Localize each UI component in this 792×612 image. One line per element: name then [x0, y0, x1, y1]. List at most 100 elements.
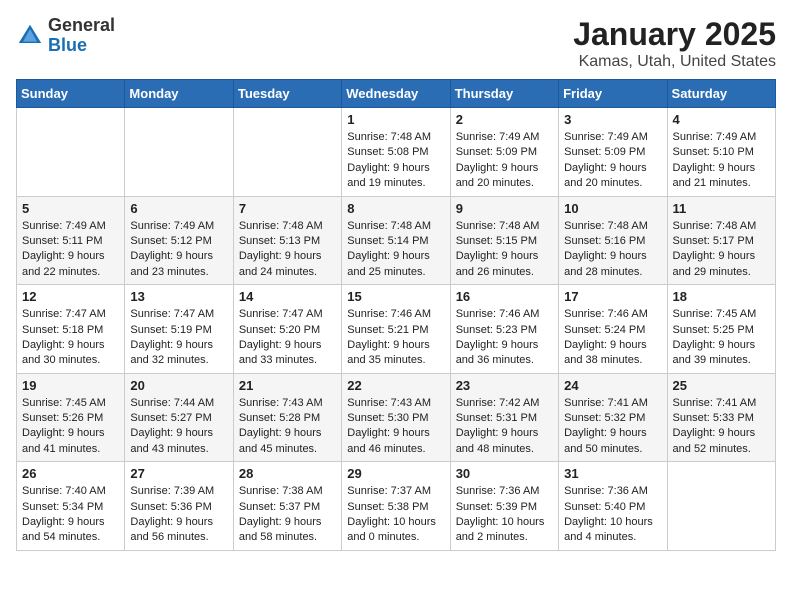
calendar-day-cell: 23 Sunrise: 7:42 AM Sunset: 5:31 PM Dayli… — [450, 373, 558, 462]
day-number: 3 — [564, 112, 661, 127]
day-info: Sunrise: 7:48 AM Sunset: 5:08 PM Dayligh… — [347, 130, 444, 192]
calendar-day-cell: 26Sunrise: 7:40 AM Sunset: 5:34 PM Dayli… — [17, 462, 125, 551]
page-header: General Blue January 2025 Kamas, Utah, U… — [16, 16, 776, 71]
day-number: 6 — [130, 201, 227, 216]
calendar-day-cell: 10Sunrise: 7:48 AM Sunset: 5:16 PM Dayli… — [559, 196, 667, 285]
day-info: Sunrise: 7:43 AM Sunset: 5:30 PM Dayligh… — [347, 396, 444, 458]
weekday-header: Wednesday — [342, 80, 450, 108]
weekday-header: Saturday — [667, 80, 775, 108]
day-number: 23 — [456, 378, 553, 393]
day-info: Sunrise: 7:40 AM Sunset: 5:34 PM Dayligh… — [22, 484, 119, 546]
day-info: Sunrise: 7:48 AM Sunset: 5:15 PM Dayligh… — [456, 219, 553, 281]
day-number: 13 — [130, 289, 227, 304]
calendar-day-cell: 12 Sunrise: 7:47 AM Sunset: 5:18 PM Dayli… — [17, 285, 125, 374]
calendar-day-cell: 6 Sunrise: 7:49 AM Sunset: 5:12 PM Daylig… — [125, 196, 233, 285]
weekday-header: Monday — [125, 80, 233, 108]
calendar-table: SundayMondayTuesdayWednesdayThursdayFrid… — [16, 79, 776, 551]
day-number: 11 — [673, 201, 770, 216]
day-number: 19 — [22, 378, 119, 393]
day-number: 4 — [673, 112, 770, 127]
calendar-day-cell: 17 Sunrise: 7:46 AM Sunset: 5:24 PM Dayli… — [559, 285, 667, 374]
calendar-day-cell: 4 Sunrise: 7:49 AM Sunset: 5:10 PM Daylig… — [667, 108, 775, 197]
calendar-day-cell: 2 Sunrise: 7:49 AM Sunset: 5:09 PM Daylig… — [450, 108, 558, 197]
day-info: Sunrise: 7:47 AM Sunset: 5:19 PM Dayligh… — [130, 307, 227, 369]
weekday-header: Thursday — [450, 80, 558, 108]
calendar-day-cell: 25Sunrise: 7:41 AM Sunset: 5:33 PM Dayli… — [667, 373, 775, 462]
calendar-day-cell — [125, 108, 233, 197]
day-number: 15 — [347, 289, 444, 304]
title-block: January 2025 Kamas, Utah, United States — [573, 16, 776, 71]
calendar-week-row: 5 Sunrise: 7:49 AM Sunset: 5:11 PM Daylig… — [17, 196, 776, 285]
calendar-day-cell: 22Sunrise: 7:43 AM Sunset: 5:30 PM Dayli… — [342, 373, 450, 462]
calendar-day-cell: 13 Sunrise: 7:47 AM Sunset: 5:19 PM Dayli… — [125, 285, 233, 374]
day-info: Sunrise: 7:48 AM Sunset: 5:14 PM Dayligh… — [347, 219, 444, 281]
day-number: 12 — [22, 289, 119, 304]
day-number: 17 — [564, 289, 661, 304]
day-info: Sunrise: 7:47 AM Sunset: 5:18 PM Dayligh… — [22, 307, 119, 369]
day-number: 7 — [239, 201, 336, 216]
day-info: Sunrise: 7:45 AM Sunset: 5:26 PM Dayligh… — [22, 396, 119, 458]
day-number: 30 — [456, 466, 553, 481]
page-title: January 2025 — [573, 16, 776, 53]
day-info: Sunrise: 7:47 AM Sunset: 5:20 PM Dayligh… — [239, 307, 336, 369]
calendar-day-cell: 1 Sunrise: 7:48 AM Sunset: 5:08 PM Daylig… — [342, 108, 450, 197]
day-info: Sunrise: 7:42 AM Sunset: 5:31 PM Dayligh… — [456, 396, 553, 458]
day-info: Sunrise: 7:36 AM Sunset: 5:39 PM Dayligh… — [456, 484, 553, 546]
day-number: 31 — [564, 466, 661, 481]
day-number: 14 — [239, 289, 336, 304]
day-number: 29 — [347, 466, 444, 481]
day-info: Sunrise: 7:49 AM Sunset: 5:10 PM Dayligh… — [673, 130, 770, 192]
day-info: Sunrise: 7:49 AM Sunset: 5:09 PM Dayligh… — [456, 130, 553, 192]
day-number: 24 — [564, 378, 661, 393]
calendar-day-cell: 28 Sunrise: 7:38 AM Sunset: 5:37 PM Dayli… — [233, 462, 341, 551]
calendar-day-cell — [17, 108, 125, 197]
calendar-day-cell: 15 Sunrise: 7:46 AM Sunset: 5:21 PM Dayli… — [342, 285, 450, 374]
day-number: 9 — [456, 201, 553, 216]
page-subtitle: Kamas, Utah, United States — [573, 53, 776, 71]
calendar-day-cell: 11 Sunrise: 7:48 AM Sunset: 5:17 PM Dayli… — [667, 196, 775, 285]
day-number: 28 — [239, 466, 336, 481]
calendar-day-cell: 5 Sunrise: 7:49 AM Sunset: 5:11 PM Daylig… — [17, 196, 125, 285]
calendar-day-cell: 14 Sunrise: 7:47 AM Sunset: 5:20 PM Dayli… — [233, 285, 341, 374]
day-number: 25 — [673, 378, 770, 393]
day-info: Sunrise: 7:49 AM Sunset: 5:12 PM Dayligh… — [130, 219, 227, 281]
day-info: Sunrise: 7:45 AM Sunset: 5:25 PM Dayligh… — [673, 307, 770, 369]
day-info: Sunrise: 7:37 AM Sunset: 5:38 PM Dayligh… — [347, 484, 444, 546]
day-info: Sunrise: 7:49 AM Sunset: 5:11 PM Dayligh… — [22, 219, 119, 281]
calendar-day-cell — [233, 108, 341, 197]
calendar-week-row: 1 Sunrise: 7:48 AM Sunset: 5:08 PM Daylig… — [17, 108, 776, 197]
day-number: 20 — [130, 378, 227, 393]
calendar-day-cell — [667, 462, 775, 551]
day-number: 2 — [456, 112, 553, 127]
calendar-week-row: 12 Sunrise: 7:47 AM Sunset: 5:18 PM Dayli… — [17, 285, 776, 374]
day-info: Sunrise: 7:39 AM Sunset: 5:36 PM Dayligh… — [130, 484, 227, 546]
weekday-header: Tuesday — [233, 80, 341, 108]
day-number: 27 — [130, 466, 227, 481]
day-number: 21 — [239, 378, 336, 393]
day-number: 8 — [347, 201, 444, 216]
day-info: Sunrise: 7:41 AM Sunset: 5:32 PM Dayligh… — [564, 396, 661, 458]
day-info: Sunrise: 7:48 AM Sunset: 5:13 PM Dayligh… — [239, 219, 336, 281]
day-number: 1 — [347, 112, 444, 127]
logo-general: General — [48, 16, 115, 36]
calendar-day-cell: 27 Sunrise: 7:39 AM Sunset: 5:36 PM Dayli… — [125, 462, 233, 551]
day-info: Sunrise: 7:46 AM Sunset: 5:21 PM Dayligh… — [347, 307, 444, 369]
logo-icon — [16, 22, 44, 50]
calendar-day-cell: 31Sunrise: 7:36 AM Sunset: 5:40 PM Dayli… — [559, 462, 667, 551]
calendar-day-cell: 21Sunrise: 7:43 AM Sunset: 5:28 PM Dayli… — [233, 373, 341, 462]
day-info: Sunrise: 7:49 AM Sunset: 5:09 PM Dayligh… — [564, 130, 661, 192]
calendar-week-row: 19 Sunrise: 7:45 AM Sunset: 5:26 PM Dayli… — [17, 373, 776, 462]
day-info: Sunrise: 7:46 AM Sunset: 5:24 PM Dayligh… — [564, 307, 661, 369]
calendar-day-cell: 8 Sunrise: 7:48 AM Sunset: 5:14 PM Daylig… — [342, 196, 450, 285]
day-info: Sunrise: 7:48 AM Sunset: 5:17 PM Dayligh… — [673, 219, 770, 281]
calendar-header-row: SundayMondayTuesdayWednesdayThursdayFrid… — [17, 80, 776, 108]
day-number: 16 — [456, 289, 553, 304]
calendar-day-cell: 18 Sunrise: 7:45 AM Sunset: 5:25 PM Dayli… — [667, 285, 775, 374]
calendar-day-cell: 7 Sunrise: 7:48 AM Sunset: 5:13 PM Daylig… — [233, 196, 341, 285]
day-number: 18 — [673, 289, 770, 304]
calendar-day-cell: 29 Sunrise: 7:37 AM Sunset: 5:38 PM Dayli… — [342, 462, 450, 551]
calendar-day-cell: 20Sunrise: 7:44 AM Sunset: 5:27 PM Dayli… — [125, 373, 233, 462]
weekday-header: Friday — [559, 80, 667, 108]
day-number: 5 — [22, 201, 119, 216]
day-info: Sunrise: 7:38 AM Sunset: 5:37 PM Dayligh… — [239, 484, 336, 546]
